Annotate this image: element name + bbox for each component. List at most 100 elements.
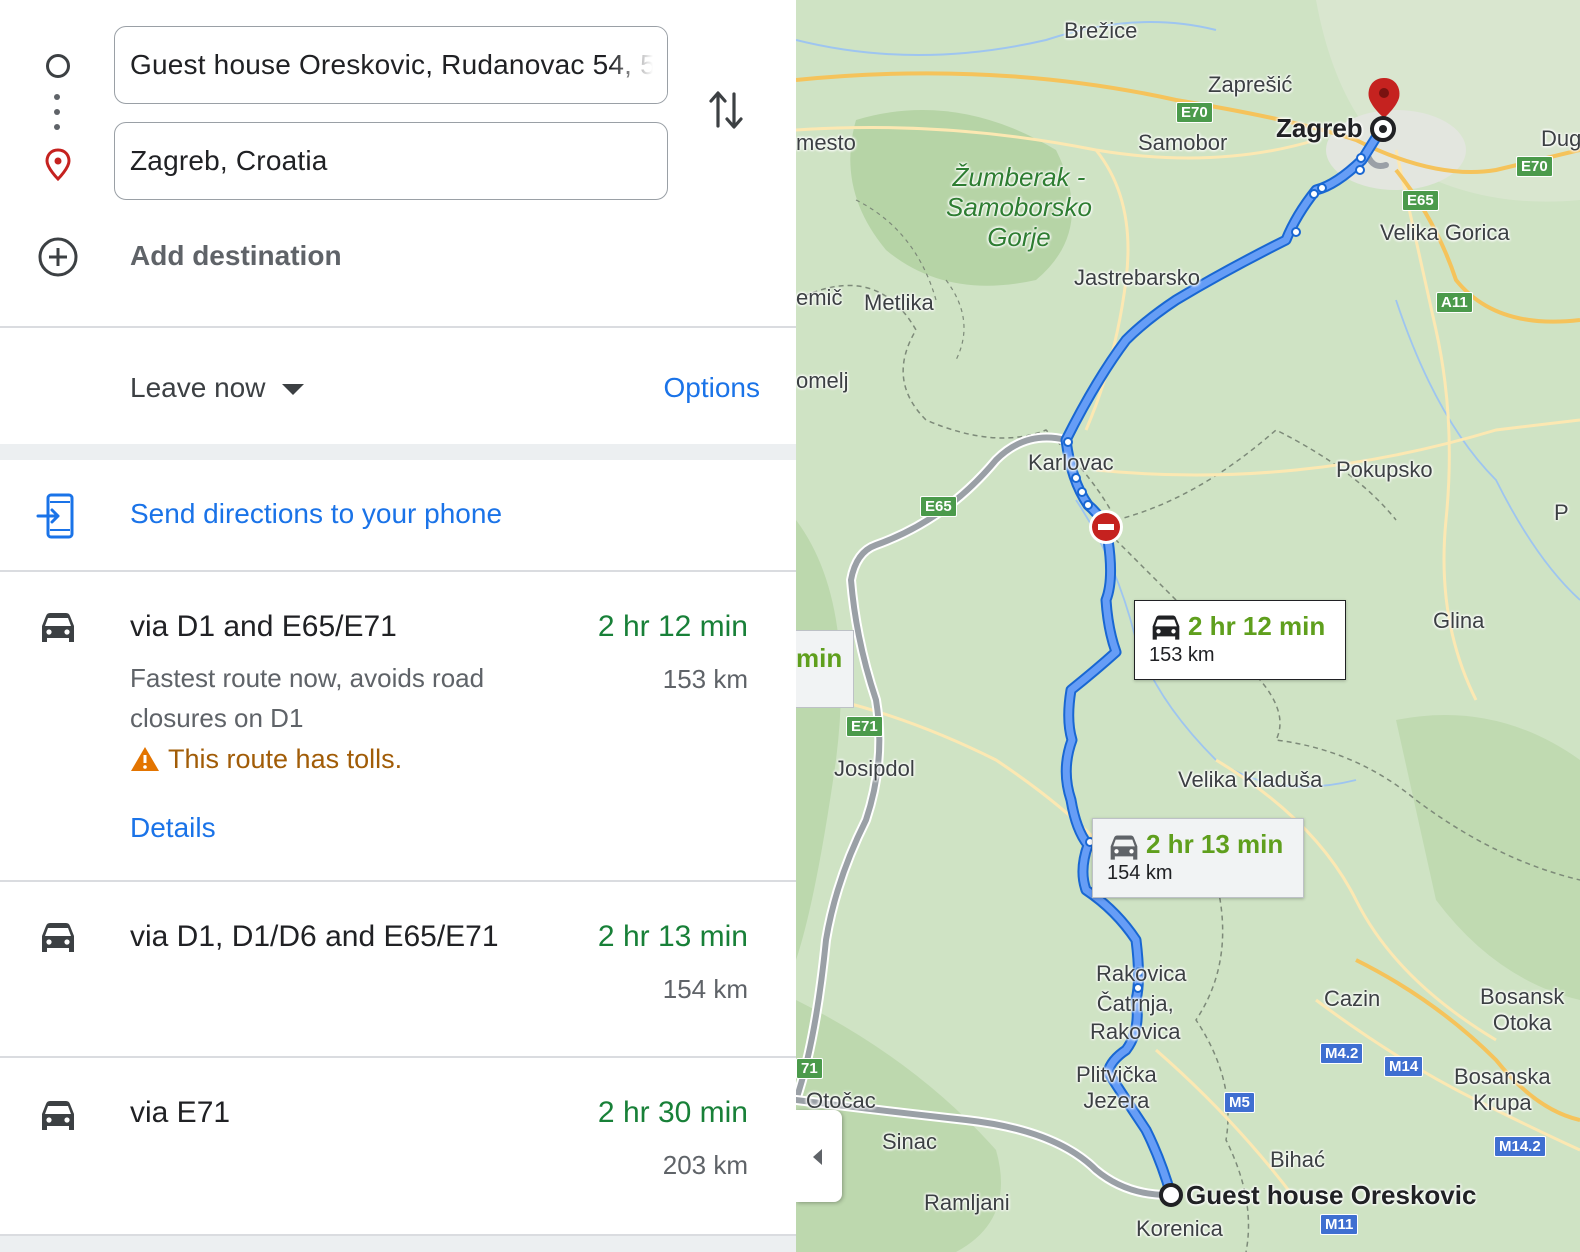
map-place-label: Bosanska Krupa	[1454, 1064, 1551, 1116]
map-place-label: Jastrebarsko	[1074, 265, 1200, 290]
route-name: via D1, D1/D6 and E65/E71	[130, 920, 499, 953]
route-name: via E71	[130, 1096, 231, 1129]
primary-route-callout[interactable]: 2 hr 12 min 153 km	[1134, 600, 1346, 680]
map-place-label: Metlika	[864, 290, 934, 315]
callout-distance: 154 km	[1107, 862, 1173, 884]
destination-input[interactable]: Zagreb, Croatia	[114, 122, 668, 200]
destination-input-text: Zagreb, Croatia	[130, 145, 328, 176]
send-directions-link[interactable]: Send directions to your phone	[130, 498, 502, 530]
highway-shield: M5	[1224, 1092, 1255, 1113]
car-icon	[1110, 835, 1138, 860]
swap-locations-button[interactable]	[708, 88, 744, 137]
car-icon	[38, 610, 78, 651]
map-place-label: Sinac	[882, 1129, 938, 1154]
highway-shield: E65	[1402, 190, 1439, 211]
add-destination-icon[interactable]	[37, 236, 79, 283]
place-label-line: Bosanska	[1454, 1064, 1551, 1089]
map-place-label: Velika Gorica	[1380, 220, 1510, 245]
highway-shield: E65	[920, 496, 957, 517]
map-place-label: omelj	[796, 368, 849, 393]
route-distance: 153 km	[662, 664, 748, 694]
map-place-label: Korenica	[1136, 1216, 1223, 1241]
directions-panel: Guest house Oreskovic, Rudanovac 54, 532…	[0, 0, 796, 1252]
park-label-line: Samoborsko	[946, 192, 1092, 222]
car-icon	[38, 1098, 78, 1139]
route-distance: 154 km	[662, 974, 748, 1004]
map-place-label: Josipdol	[834, 756, 915, 781]
place-label-line: Bosansk	[1480, 984, 1565, 1009]
map-place-label: Glina	[1433, 608, 1485, 633]
callout-duration: 2 hr 13 min	[1146, 829, 1284, 859]
collapse-panel-button[interactable]	[796, 1110, 842, 1202]
map-place-label: Plitvička Jezera	[1076, 1062, 1157, 1114]
route-option[interactable]: via D1, D1/D6 and E65/E71 2 hr 13 min 15…	[0, 882, 796, 1058]
place-label-line: Plitvička	[1076, 1062, 1157, 1087]
car-icon	[38, 920, 78, 961]
map-place-label: Samobor	[1138, 130, 1228, 155]
map-place-label: mesto	[796, 130, 856, 155]
map-place-label: P	[1554, 500, 1569, 525]
section-divider	[0, 444, 796, 460]
swap-arrows-icon	[709, 91, 743, 129]
map-canvas[interactable]: Brežice Zaprešić mesto Samobor Zagreb Du…	[796, 0, 1580, 1252]
origin-circle-icon	[46, 54, 70, 78]
highway-shield: M4.2	[1320, 1043, 1364, 1064]
map-place-label: Čatrnja, Rakovica	[1090, 990, 1180, 1046]
route-dots-icon	[54, 94, 60, 139]
place-label-line: Rakovica	[1090, 1019, 1181, 1044]
add-destination-button[interactable]: Add destination	[130, 240, 342, 272]
toll-warning-text: This route has tolls.	[168, 744, 403, 774]
place-label-line: Otoka	[1492, 1010, 1552, 1035]
car-icon	[1152, 615, 1180, 640]
dropdown-caret-icon[interactable]	[282, 384, 304, 395]
park-label-line: Gorje	[987, 222, 1051, 252]
destination-pin-icon	[44, 148, 72, 187]
route-option[interactable]: via D1 and E65/E71 2 hr 12 min 153 km Fa…	[0, 572, 796, 882]
map-place-label: Ramljani	[924, 1190, 1010, 1215]
map-place-label: Rakovica	[1096, 961, 1187, 986]
route-duration: 2 hr 13 min	[597, 920, 748, 953]
map-place-label: Pokupsko	[1336, 457, 1433, 482]
callout-duration: 2 hr 12 min	[1188, 611, 1326, 641]
options-button[interactable]: Options	[664, 372, 761, 404]
route-option[interactable]: via E71 2 hr 30 min 203 km	[0, 1058, 796, 1236]
place-label-line: Krupa	[1472, 1090, 1532, 1115]
map-place-label: emič	[796, 285, 843, 310]
map-park-label: Žumberak - Samoborsko Gorje	[946, 162, 1092, 252]
highway-shield: E71	[846, 716, 883, 737]
map-place-label: Bosansk Otoka	[1480, 984, 1564, 1036]
callout-duration: min	[796, 643, 843, 673]
route-name: via D1 and E65/E71	[130, 610, 397, 643]
map-place-label: Zagreb	[1276, 113, 1363, 143]
map-place-label: Karlovac	[1028, 450, 1114, 475]
departure-options-row: Leave now Options	[0, 330, 796, 444]
highway-shield: M14	[1384, 1056, 1424, 1077]
alternate-route-callout[interactable]: 2 hr 13 min 154 km	[1092, 818, 1304, 898]
callout-distance: 153 km	[1149, 644, 1215, 666]
leave-now-dropdown[interactable]: Leave now	[130, 372, 265, 404]
highway-shield: A11	[1436, 292, 1473, 313]
route-description: Fastest route now, avoids road closures …	[130, 663, 485, 733]
waypoint-inputs: Guest house Oreskovic, Rudanovac 54, 532…	[0, 0, 796, 328]
highway-shield: E70	[1516, 156, 1553, 177]
highway-shield: E70	[1176, 102, 1213, 123]
route-duration: 2 hr 12 min	[597, 610, 748, 643]
highway-shield: M11	[1320, 1214, 1359, 1235]
toll-warning: This route has tolls.	[130, 744, 402, 775]
route-distance: 203 km	[662, 1150, 748, 1180]
highway-shield: 71	[796, 1058, 823, 1079]
details-link[interactable]: Details	[130, 812, 216, 844]
map-place-label: Dugo	[1541, 126, 1580, 151]
map-place-label: Bihać	[1270, 1147, 1326, 1172]
origin-input[interactable]: Guest house Oreskovic, Rudanovac 54, 532…	[114, 26, 668, 104]
route-duration: 2 hr 30 min	[597, 1096, 748, 1129]
map-place-label: Brežice	[1064, 18, 1138, 43]
place-label-line: Jezera	[1083, 1088, 1150, 1113]
send-to-phone-row[interactable]: Send directions to your phone	[0, 460, 796, 572]
origin-input-text: Guest house Oreskovic, Rudanovac 54, 532…	[130, 49, 668, 80]
park-label-line: Žumberak -	[952, 162, 1086, 192]
third-route-callout[interactable]: min	[796, 630, 854, 708]
origin-map-label: Guest house Oreskovic	[1186, 1180, 1477, 1210]
warning-icon	[131, 747, 159, 771]
place-label-line: Čatrnja,	[1096, 991, 1174, 1016]
